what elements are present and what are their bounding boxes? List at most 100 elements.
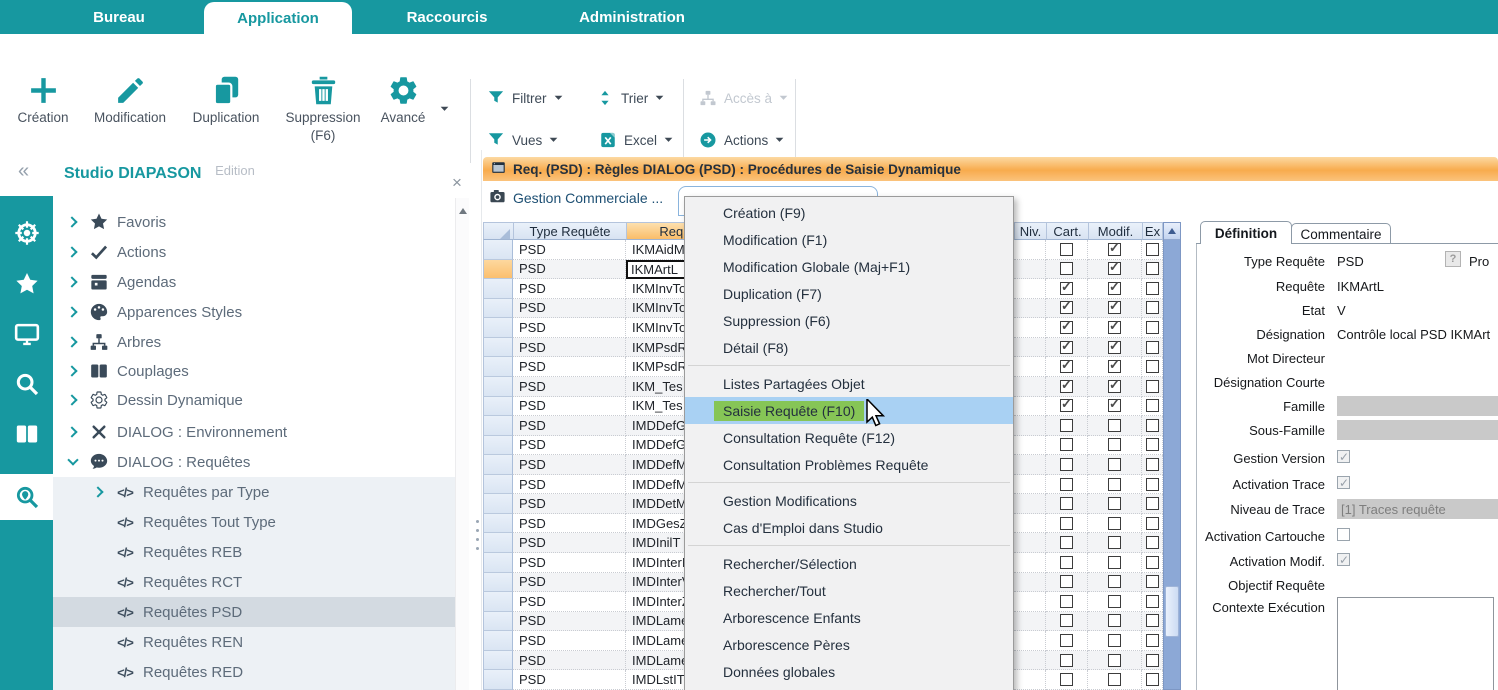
modif-checkbox[interactable] xyxy=(1108,556,1121,569)
ex-checkbox[interactable] xyxy=(1146,380,1159,393)
cell-type-requete[interactable]: PSD xyxy=(513,357,626,377)
suppression-button[interactable]: Suppression(F6) xyxy=(274,74,372,143)
chevron-collapsed-icon[interactable] xyxy=(87,488,111,496)
modif-checkbox[interactable] xyxy=(1108,301,1121,314)
topbar-tab-raccourcis[interactable]: Raccourcis xyxy=(388,0,506,34)
cell-niv[interactable] xyxy=(1014,318,1046,338)
sidebar-item-dialog-environnement[interactable]: DIALOG : Environnement xyxy=(53,417,455,447)
cell-niv[interactable] xyxy=(1014,279,1046,299)
cell-type-requete[interactable]: PSD xyxy=(513,416,626,436)
cell-cart[interactable] xyxy=(1046,279,1088,299)
chevron-collapsed-icon[interactable] xyxy=(61,428,85,436)
cell-cart[interactable] xyxy=(1046,397,1088,417)
cell-type-requete[interactable]: PSD xyxy=(513,397,626,417)
ex-checkbox[interactable] xyxy=(1146,438,1159,451)
cell-modif[interactable] xyxy=(1088,475,1142,495)
ex-checkbox[interactable] xyxy=(1146,262,1159,275)
cell-modif[interactable] xyxy=(1088,357,1142,377)
cell-niv[interactable] xyxy=(1014,338,1046,358)
cell-ex[interactable] xyxy=(1142,318,1163,338)
cell-modif[interactable] xyxy=(1088,514,1142,534)
creation-button[interactable]: Création xyxy=(6,74,80,125)
tree-scrollbar[interactable] xyxy=(455,198,469,690)
menu-item-cas-d-emploi-dans-studio[interactable]: Cas d'Emploi dans Studio xyxy=(685,514,1013,541)
cart-checkbox[interactable] xyxy=(1060,575,1073,588)
ex-checkbox[interactable] xyxy=(1146,517,1159,530)
excel-button[interactable]: Excel xyxy=(599,127,673,153)
modif-checkbox[interactable] xyxy=(1108,419,1121,432)
row-header-cell[interactable] xyxy=(483,573,513,593)
topbar-tab-administration[interactable]: Administration xyxy=(556,0,708,34)
cell-niv[interactable] xyxy=(1014,553,1046,573)
sidebar-item-couplages[interactable]: Couplages xyxy=(53,356,455,386)
cell-niv[interactable] xyxy=(1014,240,1046,260)
cell-niv[interactable] xyxy=(1014,377,1046,397)
cell-ex[interactable] xyxy=(1142,631,1163,651)
cart-checkbox[interactable] xyxy=(1060,321,1073,334)
cell-ex[interactable] xyxy=(1142,514,1163,534)
cell-cart[interactable] xyxy=(1046,377,1088,397)
menu-item-rechercher-tout[interactable]: Rechercher/Tout xyxy=(685,577,1013,604)
cell-type-requete[interactable]: PSD xyxy=(513,279,626,299)
cell-cart[interactable] xyxy=(1046,338,1088,358)
row-header-cell[interactable] xyxy=(483,631,513,651)
menu-item-listes-partagees-objet[interactable]: Listes Partagées Objet xyxy=(685,370,1013,397)
cell-niv[interactable] xyxy=(1014,357,1046,377)
filtrer-button[interactable]: Filtrer xyxy=(487,85,563,111)
cell-cart[interactable] xyxy=(1046,299,1088,319)
col-header-cart[interactable]: Cart. xyxy=(1046,222,1088,240)
cell-ex[interactable] xyxy=(1142,357,1163,377)
modif-checkbox[interactable] xyxy=(1108,438,1121,451)
cart-checkbox[interactable] xyxy=(1060,341,1073,354)
modif-checkbox[interactable] xyxy=(1108,458,1121,471)
modif-checkbox[interactable] xyxy=(1108,321,1121,334)
sidebar-item-favoris[interactable]: Favoris xyxy=(53,207,455,237)
ex-checkbox[interactable] xyxy=(1146,575,1159,588)
modif-checkbox[interactable] xyxy=(1108,595,1121,608)
scrollbar-thumb[interactable] xyxy=(1165,586,1179,637)
ex-checkbox[interactable] xyxy=(1146,614,1159,627)
sidebar-item-arbres[interactable]: Arbres xyxy=(53,327,455,357)
cell-ex[interactable] xyxy=(1142,397,1163,417)
row-header-cell[interactable] xyxy=(483,670,513,690)
cell-ex[interactable] xyxy=(1142,299,1163,319)
menu-item-modification-globale-maj-f1[interactable]: Modification Globale (Maj+F1) xyxy=(685,253,1013,280)
cart-checkbox[interactable] xyxy=(1060,654,1073,667)
menu-item-rechercher-selection[interactable]: Rechercher/Sélection xyxy=(685,550,1013,577)
cart-checkbox[interactable] xyxy=(1060,243,1073,256)
cell-type-requete[interactable]: PSD xyxy=(513,670,626,690)
row-header-cell[interactable] xyxy=(483,318,513,338)
splitter-handle[interactable] xyxy=(475,520,480,550)
cell-niv[interactable] xyxy=(1014,612,1046,632)
cell-type-requete[interactable]: PSD xyxy=(513,240,626,260)
modif-checkbox[interactable] xyxy=(1108,341,1121,354)
cell-ex[interactable] xyxy=(1142,592,1163,612)
cell-ex[interactable] xyxy=(1142,279,1163,299)
table-scrollbar[interactable] xyxy=(1163,222,1181,690)
cell-cart[interactable] xyxy=(1046,416,1088,436)
col-header-modif[interactable]: Modif. xyxy=(1088,222,1142,240)
ex-checkbox[interactable] xyxy=(1146,595,1159,608)
cell-cart[interactable] xyxy=(1046,318,1088,338)
row-header-cell[interactable] xyxy=(483,651,513,671)
chevron-collapsed-icon[interactable] xyxy=(61,396,85,404)
ex-checkbox[interactable] xyxy=(1146,536,1159,549)
row-header-cell[interactable] xyxy=(483,338,513,358)
cart-checkbox[interactable] xyxy=(1060,458,1073,471)
cell-cart[interactable] xyxy=(1046,436,1088,456)
cart-checkbox[interactable] xyxy=(1060,399,1073,412)
col-header-ex[interactable]: Ex xyxy=(1142,222,1163,240)
cell-niv[interactable] xyxy=(1014,631,1046,651)
modif-checkbox[interactable] xyxy=(1108,478,1121,491)
vues-button[interactable]: Vues xyxy=(487,127,558,153)
cell-niv[interactable] xyxy=(1014,494,1046,514)
row-header-cell[interactable] xyxy=(483,533,513,553)
sidebar-item-requetes-psd[interactable]: Requêtes PSD xyxy=(53,597,455,627)
ex-checkbox[interactable] xyxy=(1146,321,1159,334)
cell-modif[interactable] xyxy=(1088,455,1142,475)
cell-modif[interactable] xyxy=(1088,631,1142,651)
cell-cart[interactable] xyxy=(1046,592,1088,612)
cell-modif[interactable] xyxy=(1088,240,1142,260)
modif-checkbox[interactable] xyxy=(1108,380,1121,393)
row-header-cell[interactable] xyxy=(483,357,513,377)
